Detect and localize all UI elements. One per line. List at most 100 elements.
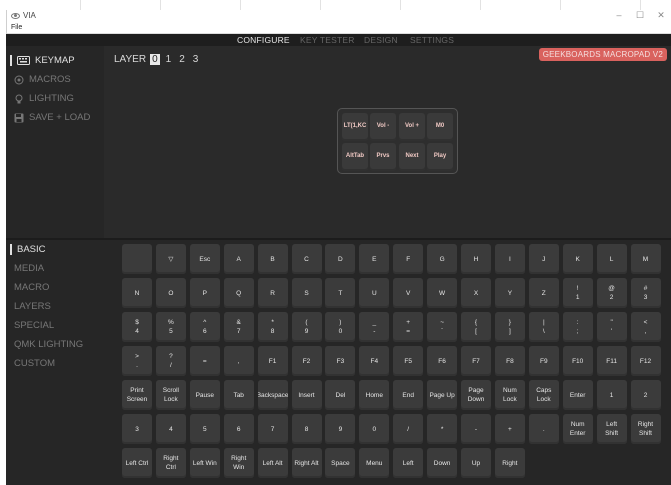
keycode-key[interactable]: N	[122, 278, 152, 308]
keycode-key[interactable]: | \	[528, 312, 559, 342]
keycode-key[interactable]: F12	[630, 346, 661, 376]
keycode-key[interactable]: 5	[189, 414, 220, 444]
close-button[interactable]: ✕	[651, 10, 671, 21]
keycode-key[interactable]: *	[427, 414, 458, 444]
tab-settings[interactable]: SETTINGS	[410, 35, 454, 45]
keycode-key[interactable]: F5	[393, 346, 424, 376]
keycode-key[interactable]	[122, 244, 152, 274]
keycode-key[interactable]: @ 2	[596, 278, 627, 308]
category-media[interactable]: MEDIA	[14, 263, 44, 274]
keycode-key[interactable]: J	[528, 244, 559, 274]
keycode-key[interactable]: Right Win	[223, 448, 254, 478]
keycode-key[interactable]: 6	[223, 414, 254, 444]
keycode-key[interactable]: O	[155, 278, 186, 308]
keycode-key[interactable]: Q	[223, 278, 254, 308]
keycode-key[interactable]: 1	[596, 380, 627, 410]
keycode-key[interactable]: { [	[461, 312, 491, 342]
keycode-key[interactable]: V	[393, 278, 424, 308]
keycode-key[interactable]: Left Ctrl	[122, 448, 152, 478]
category-special[interactable]: SPECIAL	[14, 320, 54, 331]
window-titlebar[interactable]: VIA – ☐ ✕	[6, 10, 671, 24]
keycode-key[interactable]: Num Enter	[562, 414, 593, 444]
sidebar-item-lighting[interactable]: LIGHTING	[14, 93, 74, 104]
keycode-key[interactable]: Right	[494, 448, 525, 478]
macropad-key[interactable]: Vol +	[399, 113, 425, 141]
keycode-key[interactable]: H	[461, 244, 491, 274]
keycode-key[interactable]: : ;	[562, 312, 593, 342]
keycode-key[interactable]: B	[257, 244, 288, 274]
keycode-key[interactable]: Z	[528, 278, 559, 308]
keycode-key[interactable]: * 8	[257, 312, 288, 342]
keycode-key[interactable]: ) 0	[325, 312, 356, 342]
macropad-key[interactable]: Play	[427, 143, 453, 171]
sidebar-item-macros[interactable]: MACROS	[14, 74, 71, 85]
keycode-key[interactable]: ? /	[155, 346, 186, 376]
keycode-key[interactable]: } ]	[494, 312, 525, 342]
keycode-key[interactable]: .	[528, 414, 559, 444]
keycode-key[interactable]: /	[393, 414, 424, 444]
keycode-key[interactable]: X	[461, 278, 491, 308]
keycode-key[interactable]: _ -	[359, 312, 390, 342]
keycode-key[interactable]: F4	[359, 346, 390, 376]
keycode-key[interactable]: D	[325, 244, 356, 274]
keycode-key[interactable]: ! 1	[562, 278, 593, 308]
macropad-key[interactable]: M0	[427, 113, 453, 141]
keycode-key[interactable]: > .	[122, 346, 152, 376]
keycode-key[interactable]: M	[630, 244, 661, 274]
keycode-key[interactable]: F9	[528, 346, 559, 376]
keycode-key[interactable]: Right Ctrl	[155, 448, 186, 478]
layer-0-button[interactable]: 0	[150, 54, 160, 65]
keycode-key[interactable]: U	[359, 278, 390, 308]
keycode-key[interactable]: F	[393, 244, 424, 274]
keycode-key[interactable]: S	[291, 278, 322, 308]
keycode-key[interactable]: Backspace	[257, 380, 288, 410]
keycode-key[interactable]: Left	[393, 448, 424, 478]
keycode-key[interactable]: Y	[494, 278, 525, 308]
layer-1-button[interactable]: 1	[164, 54, 174, 65]
keycode-key[interactable]: T	[325, 278, 356, 308]
keycode-key[interactable]: Space	[325, 448, 356, 478]
keycode-key[interactable]: 8	[291, 414, 322, 444]
keycode-key[interactable]: ^ 6	[189, 312, 220, 342]
menu-file[interactable]: File	[11, 24, 22, 31]
keycode-key[interactable]: P	[189, 278, 220, 308]
keycode-key[interactable]: F11	[596, 346, 627, 376]
keycode-key[interactable]: Pause	[189, 380, 220, 410]
category-basic[interactable]: BASIC	[10, 244, 46, 255]
keycode-key[interactable]: W	[427, 278, 458, 308]
keycode-key[interactable]: I	[494, 244, 525, 274]
category-macro[interactable]: MACRO	[14, 282, 49, 293]
macropad-key[interactable]: LT(1,KC	[342, 113, 368, 141]
keycode-key[interactable]: L	[596, 244, 627, 274]
keycode-key[interactable]: F2	[291, 346, 322, 376]
keycode-key[interactable]: Scroll Lock	[155, 380, 186, 410]
keycode-key[interactable]: < ,	[630, 312, 661, 342]
keycode-key[interactable]: K	[562, 244, 593, 274]
keycode-key[interactable]: $ 4	[122, 312, 152, 342]
keycode-key[interactable]: Caps Lock	[528, 380, 559, 410]
layer-3-button[interactable]: 3	[191, 54, 201, 65]
layer-2-button[interactable]: 2	[177, 54, 187, 65]
keycode-key[interactable]: Left Alt	[257, 448, 288, 478]
maximize-button[interactable]: ☐	[630, 10, 650, 21]
keycode-key[interactable]: " '	[596, 312, 627, 342]
keycode-key[interactable]: =	[189, 346, 220, 376]
tab-configure[interactable]: CONFIGURE	[237, 35, 290, 45]
keycode-key[interactable]: 0	[359, 414, 390, 444]
keycode-key[interactable]: G	[427, 244, 458, 274]
macropad-key[interactable]: AltTab	[342, 143, 368, 171]
keycode-key[interactable]: C	[291, 244, 322, 274]
keycode-key[interactable]: % 5	[155, 312, 186, 342]
keycode-key[interactable]: 9	[325, 414, 356, 444]
keycode-key[interactable]: # 3	[630, 278, 661, 308]
keycode-key[interactable]: -	[461, 414, 491, 444]
keycode-key[interactable]: ~ `	[427, 312, 458, 342]
macropad-key[interactable]: Next	[399, 143, 425, 171]
keycode-key[interactable]: Enter	[562, 380, 593, 410]
keycode-key[interactable]: Up	[461, 448, 491, 478]
keycode-key[interactable]: F1	[257, 346, 288, 376]
keycode-key[interactable]: & 7	[223, 312, 254, 342]
keycode-key[interactable]: Tab	[223, 380, 254, 410]
minimize-button[interactable]: –	[609, 10, 629, 20]
category-layers[interactable]: LAYERS	[14, 301, 51, 312]
